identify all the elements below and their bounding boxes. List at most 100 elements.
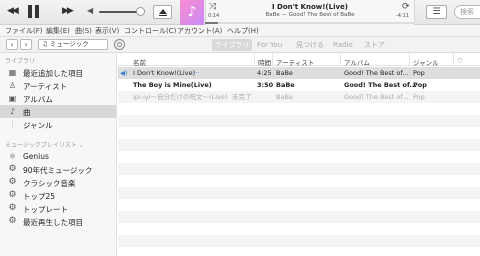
empty-table-row	[118, 151, 480, 163]
recently-added-icon: ▦	[8, 68, 17, 77]
genre-icon: ⫶	[11, 120, 14, 129]
table-row[interactable]: ◀) I Don't Know!(Live) ··· 4:25 BaBe Goo…	[118, 67, 480, 79]
search-input[interactable]: 検索	[454, 5, 480, 19]
column-divider[interactable]	[340, 53, 341, 66]
volume-low-icon: ◀	[87, 6, 94, 15]
media-kind-selector[interactable]: ♫ ミュージック	[38, 39, 108, 50]
album-artwork[interactable]: ♪	[180, 0, 204, 25]
empty-table-row	[118, 199, 480, 211]
sidebar-item-classical[interactable]: ⚙ クラシック音楽	[0, 176, 116, 189]
track-time: 3:50	[257, 81, 274, 89]
tab-for-you[interactable]: For You	[257, 39, 282, 51]
menu-account[interactable]: アカウント(A)	[177, 26, 222, 36]
empty-table-row	[118, 139, 480, 151]
sidebar-item-recently-played[interactable]: ⚙ 最近再生した項目	[0, 215, 116, 228]
column-divider[interactable]	[453, 53, 454, 66]
back-button[interactable]: ‹	[6, 39, 18, 50]
pause-icon-bar	[35, 5, 39, 18]
shuffle-icon[interactable]: ⤨	[209, 2, 216, 12]
tab-radio[interactable]: Radio	[333, 39, 353, 51]
track-name: I Don't Know!(Live)	[133, 69, 196, 77]
column-divider[interactable]	[254, 53, 255, 66]
volume-slider-knob[interactable]	[136, 7, 145, 16]
tab-library[interactable]: ライブラリ	[212, 39, 252, 51]
now-playing-subtitle: BaBe — Good! The Best of BaBe	[265, 12, 355, 18]
elapsed-time: 0:14	[208, 13, 220, 19]
table-row[interactable]: The Boy is Mine(Live) 3:50 BaBe Good! Th…	[118, 79, 480, 91]
sidebar-item-label: ジャンル	[23, 121, 53, 130]
column-header-genre[interactable]: ジャンル	[413, 57, 439, 67]
menu-song[interactable]: 曲(S)	[75, 26, 92, 36]
sidebar-library-heading: ライブラリ	[5, 58, 36, 65]
sidebar-item-label: 曲	[23, 108, 31, 117]
sidebar-item-top-rated[interactable]: ⚙ トップレート	[0, 202, 116, 215]
track-name: The Boy is Mine(Live)	[133, 81, 212, 89]
track-album: Good! The Best of...	[344, 93, 409, 101]
pause-button[interactable]	[28, 5, 40, 18]
genius-icon: ⚛	[8, 152, 17, 161]
more-options-icon[interactable]: ···	[193, 67, 199, 79]
previous-button[interactable]: ◀◀	[7, 7, 19, 16]
sidebar-item-label: 最近再生した項目	[23, 218, 83, 227]
sidebar-item-artists[interactable]: ♙ アーティスト	[0, 79, 116, 92]
column-divider[interactable]	[409, 53, 410, 66]
column-divider[interactable]	[272, 53, 273, 66]
sidebar-item-label: Genius	[23, 152, 49, 161]
empty-table-row	[118, 187, 480, 199]
track-status: 未完了	[232, 93, 252, 101]
gear-icon: ⚙	[8, 216, 17, 226]
sidebar-item-label: 最近追加した項目	[23, 69, 83, 78]
download-status-icon[interactable]	[114, 39, 125, 50]
track-album: Good! The Best of...	[344, 69, 409, 77]
track-genre: Pop	[413, 69, 425, 77]
sidebar-item-albums[interactable]: ▣ アルバム	[0, 92, 116, 105]
menu-help[interactable]: ヘルプ(H)	[227, 26, 259, 36]
repeat-icon[interactable]: ⟳	[402, 2, 410, 12]
empty-table-row	[118, 223, 480, 235]
gear-icon: ⚙	[8, 164, 17, 174]
sidebar-item-label: トップレート	[23, 205, 68, 214]
track-artist: BaBe	[276, 81, 295, 89]
column-header-name[interactable]: 名前	[133, 57, 146, 67]
menu-view[interactable]: 表示(V)	[95, 26, 119, 36]
track-time: 4:25	[257, 69, 272, 77]
remaining-time: -4:11	[396, 13, 410, 19]
volume-slider[interactable]	[99, 11, 141, 13]
menu-controls[interactable]: コントロール(C)	[124, 26, 176, 36]
gear-icon: ⚙	[8, 177, 17, 187]
up-next-list-button[interactable]: ☰	[426, 5, 447, 19]
menu-file[interactable]: ファイル(F)	[5, 26, 43, 36]
track-name: ipi-iyi〜自分だけの呪文〜(Live)	[133, 93, 228, 101]
column-header-time[interactable]: 時間	[258, 57, 271, 67]
sidebar-playlists-heading[interactable]: ミュージックプレイリスト ⌄	[5, 140, 84, 149]
sidebar-item-songs[interactable]: ♪ 曲	[0, 105, 116, 118]
column-header-artist[interactable]: アーティスト	[276, 57, 314, 67]
next-button[interactable]: ▶▶	[62, 7, 74, 16]
empty-table-row	[118, 175, 480, 187]
airplay-button[interactable]	[153, 5, 172, 19]
empty-table-row	[118, 103, 480, 115]
menu-edit[interactable]: 編集(E)	[46, 26, 70, 36]
track-artist: BaBe	[276, 69, 293, 77]
empty-table-row	[118, 115, 480, 127]
progress-bar[interactable]	[205, 22, 415, 24]
tab-store[interactable]: ストア	[364, 39, 385, 51]
track-album: Good! The Best of...	[344, 81, 417, 89]
airplay-icon	[159, 9, 167, 14]
sidebar-item-recently-added[interactable]: ▦ 最近追加した項目	[0, 66, 116, 79]
sidebar-item-genius[interactable]: ⚛ Genius	[0, 150, 116, 163]
gear-icon: ⚙	[8, 203, 17, 213]
album-icon: ▣	[8, 94, 17, 103]
sidebar-item-top25[interactable]: ⚙ トップ25	[0, 189, 116, 202]
column-header-album[interactable]: アルバム	[344, 57, 370, 67]
tab-browse[interactable]: 見つける	[296, 39, 324, 51]
table-row[interactable]: ipi-iyi〜自分だけの呪文〜(Live) 未完了 BaBe Good! Th…	[118, 91, 480, 103]
sidebar-item-90s-music[interactable]: ⚙ 90年代ミュージック	[0, 163, 116, 176]
gear-icon: ⚙	[8, 190, 17, 200]
column-header-love[interactable]: ♡	[457, 57, 463, 65]
empty-table-row	[118, 211, 480, 223]
track-artist: BaBe	[276, 93, 293, 101]
sidebar-item-genres[interactable]: ⫶ ジャンル	[0, 118, 116, 131]
now-playing-speaker-icon: ◀)	[120, 69, 128, 77]
forward-button[interactable]: ›	[20, 39, 32, 50]
